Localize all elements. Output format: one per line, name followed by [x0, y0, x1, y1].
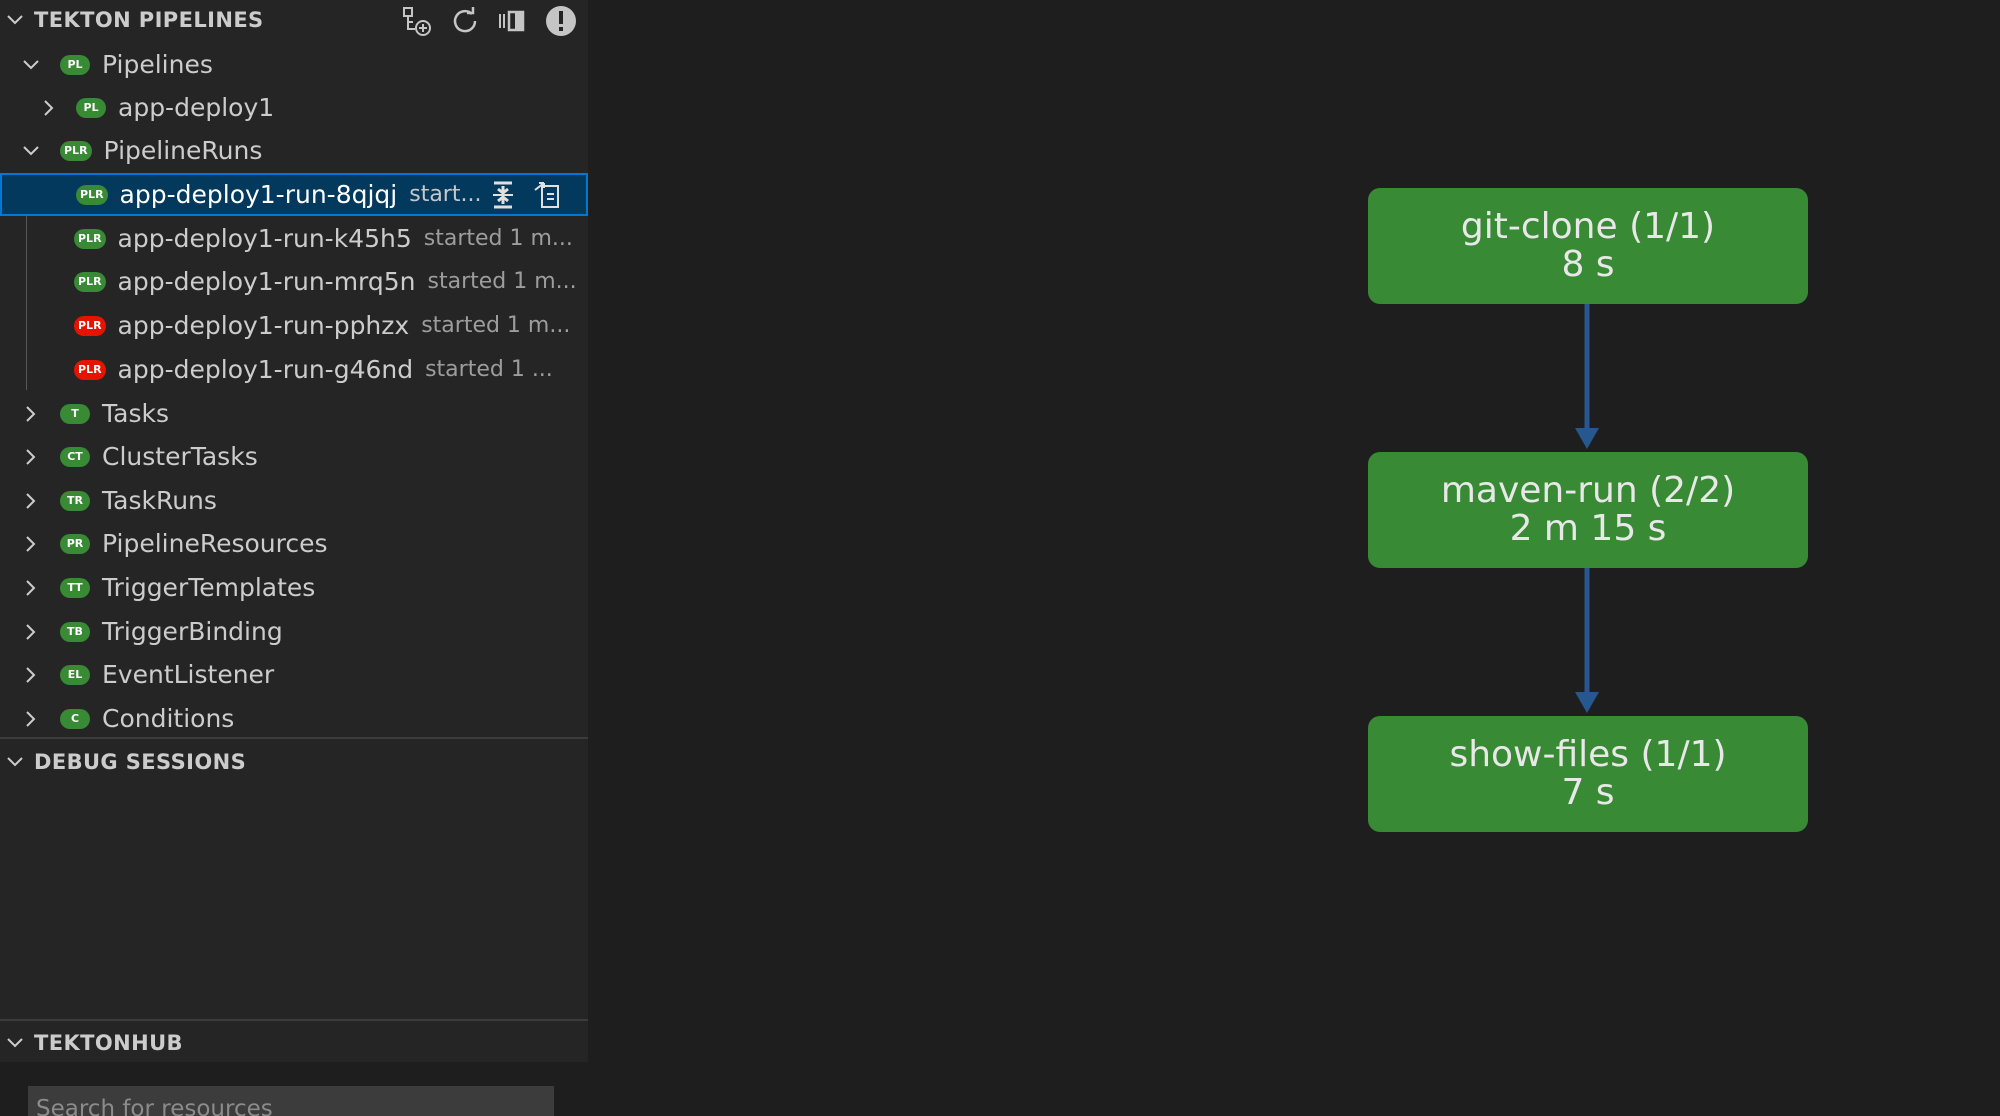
chevron-down-icon	[4, 9, 26, 31]
tree-item-description: start...	[409, 182, 482, 207]
arrowhead-icon	[1575, 428, 1599, 449]
debug-sessions-section-header[interactable]: DEBUG SESSIONS	[0, 742, 588, 782]
tekton-pipelines-section-header[interactable]: TEKTON PIPELINES	[0, 0, 588, 40]
tree-item-taskruns[interactable]: TR TaskRuns	[0, 479, 588, 522]
header-actions	[400, 4, 578, 38]
tree-item-description: started 1 m...	[427, 269, 577, 294]
tree-item-label: app-deploy1-run-k45h5	[117, 224, 412, 253]
chevron-down-icon	[4, 751, 26, 773]
chevron-down-icon	[18, 52, 44, 78]
tree-item-label: Tasks	[102, 399, 169, 428]
tree-item-triggerbinding[interactable]: TB TriggerBinding	[0, 610, 588, 653]
tree-item-label: TaskRuns	[102, 486, 217, 515]
badge: TB	[60, 621, 90, 642]
tree-item-label: app-deploy1-run-g46nd	[117, 355, 414, 384]
badge: PLR	[74, 359, 106, 380]
tree-item-pipelines[interactable]: PL Pipelines	[0, 43, 588, 86]
tree-item-pipelinerun[interactable]: PLR app-deploy1-run-k45h5 started 1 m...	[0, 217, 588, 260]
badge: PL	[76, 97, 106, 118]
badge: EL	[60, 664, 90, 685]
tree-item-description: started 1 ...	[425, 357, 553, 382]
section-title: DEBUG SESSIONS	[34, 750, 247, 774]
task-node-name: show-files (1/1)	[1449, 734, 1727, 775]
tree-item-pipelineruns[interactable]: PLR PipelineRuns	[0, 129, 588, 172]
task-node-show-files[interactable]: show-files (1/1) 7 s	[1368, 716, 1808, 832]
badge: PL	[60, 54, 90, 75]
add-cluster-icon[interactable]	[400, 4, 434, 38]
tree-item-clustertasks[interactable]: CT ClusterTasks	[0, 435, 588, 478]
tree-item-eventlistener[interactable]: EL EventListener	[0, 653, 588, 696]
task-node-duration: 7 s	[1561, 772, 1615, 813]
task-node-duration: 2 m 15 s	[1509, 508, 1667, 549]
tree-item-triggertemplates[interactable]: TT TriggerTemplates	[0, 566, 588, 609]
chevron-down-icon	[4, 1032, 26, 1054]
search-input[interactable]	[28, 1086, 554, 1116]
task-node-name: maven-run (2/2)	[1440, 470, 1736, 511]
tree-item-app-deploy1[interactable]: PL app-deploy1	[0, 86, 588, 129]
collapse-all-icon[interactable]	[496, 4, 530, 38]
badge: PLR	[74, 271, 106, 292]
chevron-down-icon	[18, 138, 44, 164]
task-node-duration: 8 s	[1561, 244, 1615, 285]
badge: PR	[60, 533, 90, 554]
tree-item-label: app-deploy1	[118, 93, 275, 122]
open-in-editor-icon[interactable]	[532, 180, 562, 210]
task-node-git-clone[interactable]: git-clone (1/1) 8 s	[1368, 188, 1808, 304]
section-divider	[0, 1019, 588, 1021]
tektonhub-section-header[interactable]: TEKTONHUB	[0, 1023, 588, 1063]
tree-item-label: PipelineRuns	[103, 136, 263, 165]
tree-item-label: app-deploy1-run-8qjqj	[119, 180, 398, 209]
tree-item-pipelinerun[interactable]: PLR app-deploy1-run-g46nd started 1 ...	[0, 348, 588, 391]
chevron-right-icon	[18, 575, 44, 601]
row-actions	[488, 180, 562, 210]
warning-icon[interactable]	[544, 4, 578, 38]
badge: PLR	[74, 228, 106, 249]
badge: PLR	[76, 184, 108, 205]
tree-item-description: started 1 m...	[423, 226, 573, 251]
chevron-right-icon	[18, 444, 44, 470]
badge: C	[60, 708, 90, 729]
tree-item-label: Conditions	[102, 704, 235, 733]
badge: TT	[60, 577, 90, 598]
tree-item-pipelineresources[interactable]: PR PipelineResources	[0, 522, 588, 565]
tree-item-conditions[interactable]: C Conditions	[0, 697, 588, 740]
section-divider	[0, 737, 588, 739]
tree-item-label: EventListener	[102, 660, 275, 689]
tree-item-label: app-deploy1-run-pphzx	[117, 311, 410, 340]
chevron-right-icon	[18, 662, 44, 688]
section-title: TEKTONHUB	[34, 1031, 183, 1055]
tree-item-description: started 1 m...	[421, 313, 571, 338]
badge: CT	[60, 446, 90, 467]
tree-item-pipelinerun-selected[interactable]: PLR app-deploy1-run-8qjqj start...	[0, 173, 588, 216]
chevron-right-icon	[18, 706, 44, 732]
task-node-name: git-clone (1/1)	[1460, 206, 1716, 247]
tree-item-label: PipelineResources	[102, 529, 328, 558]
chevron-right-icon	[18, 401, 44, 427]
tree-item-tasks[interactable]: T Tasks	[0, 392, 588, 435]
section-title: TEKTON PIPELINES	[34, 8, 264, 32]
badge: T	[60, 403, 90, 424]
app-window: TEKTON PIPELINES PL Pipelines PL app-dep…	[0, 0, 2000, 1116]
arrowhead-icon	[1575, 692, 1599, 713]
tree-item-label: TriggerTemplates	[102, 573, 316, 602]
chevron-right-icon	[36, 95, 62, 121]
show-logs-icon[interactable]	[488, 180, 518, 210]
pipelinerun-graph: git-clone (1/1) 8 s maven-run (2/2) 2 m …	[588, 0, 2000, 1116]
badge: TR	[60, 490, 90, 511]
tree-item-label: app-deploy1-run-mrq5n	[117, 267, 416, 296]
tree-item-pipelinerun[interactable]: PLR app-deploy1-run-pphzx started 1 m...	[0, 304, 588, 347]
refresh-icon[interactable]	[448, 4, 482, 38]
badge: PLR	[74, 315, 106, 336]
tree-item-label: TriggerBinding	[102, 617, 283, 646]
badge: PLR	[60, 140, 92, 161]
chevron-right-icon	[18, 619, 44, 645]
tree-item-label: ClusterTasks	[102, 442, 258, 471]
task-node-maven-run[interactable]: maven-run (2/2) 2 m 15 s	[1368, 452, 1808, 568]
chevron-right-icon	[18, 531, 44, 557]
tree-item-pipelinerun[interactable]: PLR app-deploy1-run-mrq5n started 1 m...	[0, 260, 588, 303]
sidebar: TEKTON PIPELINES PL Pipelines PL app-dep…	[0, 0, 588, 1116]
chevron-right-icon	[18, 488, 44, 514]
tree-item-label: Pipelines	[102, 50, 213, 79]
